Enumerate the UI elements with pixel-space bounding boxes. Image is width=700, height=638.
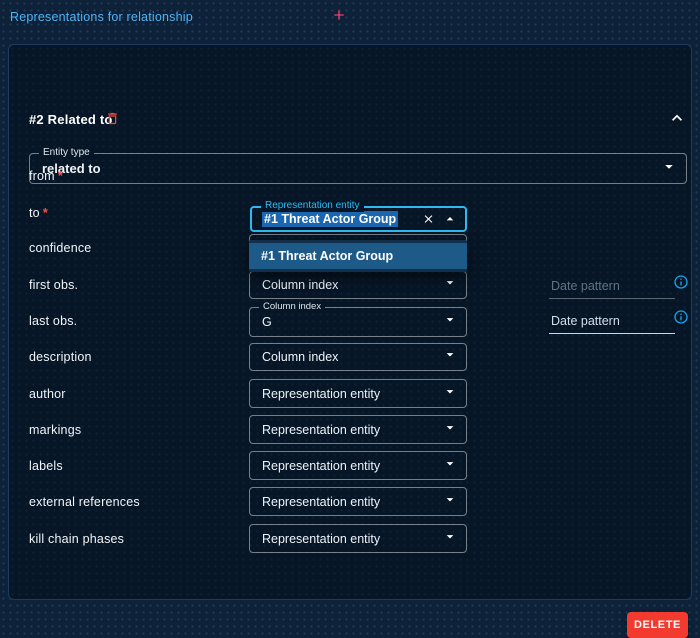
representation-title: #2 Related to (29, 112, 113, 127)
external-references-select-value: Representation entity (250, 495, 380, 509)
first-obs-date-pattern-field[interactable] (549, 277, 675, 298)
dropdown-option[interactable]: #1 Threat Actor Group (249, 243, 467, 269)
labels-select-value: Representation entity (250, 459, 380, 473)
dropdown-option-label: #1 Threat Actor Group (249, 249, 393, 263)
markings-select-value: Representation entity (250, 423, 380, 437)
chevron-down-icon (442, 347, 458, 368)
external-references-select[interactable]: Representation entity (249, 487, 467, 516)
last-obs-select-value: G (250, 315, 272, 329)
first-obs-select[interactable]: Column index (249, 271, 467, 299)
last-obs-date-pattern-input[interactable] (549, 313, 675, 334)
chevron-down-icon (442, 528, 458, 549)
entity-type-label: Entity type (39, 147, 94, 159)
clear-icon[interactable] (422, 213, 435, 226)
markings-select[interactable]: Representation entity (249, 415, 467, 444)
kill-chain-phases-select[interactable]: Representation entity (249, 524, 467, 553)
delete-representation-icon-button[interactable] (105, 111, 120, 129)
entity-type-select[interactable]: Entity type related to (29, 153, 687, 184)
add-representation-button[interactable] (331, 7, 347, 26)
last-obs-date-pattern-field[interactable] (549, 312, 675, 333)
chevron-down-icon (442, 419, 458, 440)
author-select-value: Representation entity (250, 387, 380, 401)
to-label-text: to (29, 206, 40, 220)
field-label-from: from* (29, 169, 63, 183)
chevron-up-icon (667, 108, 687, 131)
required-asterisk: * (43, 206, 48, 220)
first-obs-date-pattern-input[interactable] (549, 278, 675, 299)
field-label-confidence: confidence (29, 241, 91, 255)
field-label-labels: labels (29, 459, 63, 473)
chevron-down-icon (442, 275, 458, 296)
field-label-markings: markings (29, 423, 81, 437)
plus-icon (331, 7, 347, 26)
chevron-up-small-icon[interactable] (442, 211, 458, 227)
from-combobox-value: #1 Threat Actor Group (262, 211, 398, 227)
first-obs-select-value: Column index (250, 278, 338, 292)
chevron-down-icon (442, 491, 458, 512)
description-select-value: Column index (250, 350, 338, 364)
field-label-description: description (29, 350, 92, 364)
from-entity-dropdown-menu: #1 Threat Actor Group (249, 240, 467, 272)
last-obs-select-label: Column index (259, 301, 325, 313)
chevron-down-icon (442, 383, 458, 404)
chevron-down-icon (442, 312, 458, 333)
from-combobox-label: Representation entity (261, 200, 364, 212)
delete-button[interactable]: DELETE (627, 612, 688, 638)
from-entity-combobox[interactable]: Representation entity #1 Threat Actor Gr… (250, 206, 467, 232)
info-icon[interactable] (673, 309, 689, 325)
representation-panel: #2 Related to Entity type related to fro… (8, 44, 692, 600)
chevron-down-icon (442, 455, 458, 476)
from-label-text: from (29, 169, 55, 183)
required-asterisk: * (58, 169, 63, 183)
collapse-panel-button[interactable] (667, 108, 687, 131)
section-header: Representations for relationship (10, 7, 347, 26)
section-title: Representations for relationship (10, 10, 193, 24)
author-select[interactable]: Representation entity (249, 379, 467, 408)
trash-icon (105, 111, 120, 129)
field-label-external-references: external references (29, 495, 140, 509)
last-obs-select[interactable]: Column index G (249, 307, 467, 337)
labels-select[interactable]: Representation entity (249, 451, 467, 480)
info-icon[interactable] (673, 274, 689, 290)
field-label-last-obs: last obs. (29, 314, 77, 328)
field-label-kill-chain-phases: kill chain phases (29, 532, 124, 546)
field-label-author: author (29, 387, 66, 401)
description-select[interactable]: Column index (249, 343, 467, 371)
field-label-first-obs: first obs. (29, 278, 78, 292)
chevron-down-icon (660, 157, 678, 180)
field-label-to: to* (29, 206, 48, 220)
kill-chain-phases-select-value: Representation entity (250, 532, 380, 546)
